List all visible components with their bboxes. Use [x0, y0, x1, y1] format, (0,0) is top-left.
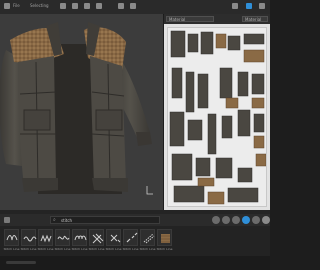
stitch-dash-icon[interactable] [123, 229, 138, 246]
stitch-wave-icon[interactable] [21, 229, 37, 246]
uv-canvas[interactable] [167, 27, 267, 207]
stitch-double-icon[interactable] [140, 229, 155, 246]
stitch-zipper-icon[interactable] [157, 229, 172, 246]
brush-label: Stitch Line [54, 247, 71, 251]
brush-label: Stitch Line [139, 247, 156, 251]
library-icon[interactable] [4, 217, 10, 223]
camera-icon[interactable] [130, 3, 136, 9]
view-icon[interactable] [232, 216, 240, 224]
brush-label: Stitch Line [3, 247, 20, 251]
status-bar [0, 256, 270, 270]
scale-icon[interactable] [96, 3, 102, 9]
brush-label: Stitch Line [105, 247, 122, 251]
brush-label: Stitch Line [71, 247, 88, 251]
brush-label: Stitch Line [37, 247, 54, 251]
brush-label: Stitch Line [122, 247, 139, 251]
options-icon[interactable] [252, 216, 260, 224]
library-toolbar: ⌕ stitch [0, 214, 270, 226]
status-track [6, 261, 36, 264]
stitch-cross-icon[interactable] [106, 229, 121, 246]
stitch-loop-icon[interactable] [4, 229, 19, 246]
brush-label: Stitch Line [156, 247, 173, 251]
uv-patterns [169, 30, 266, 205]
search-field[interactable]: ⌕ stitch [50, 216, 160, 224]
settings-icon[interactable] [246, 3, 252, 9]
menu-file[interactable]: File [13, 3, 20, 9]
stitch-zigzag-icon[interactable] [38, 229, 53, 246]
favorite-icon[interactable] [242, 216, 250, 224]
transform-icon[interactable] [60, 3, 66, 9]
stitch-wave-icon[interactable] [55, 229, 70, 246]
brush-label: Stitch Line [20, 247, 37, 251]
sort-icon[interactable] [222, 216, 230, 224]
search-value: stitch [61, 218, 73, 223]
uv-editor-panel: Material Material [164, 14, 270, 210]
3d-viewport[interactable] [0, 14, 163, 210]
stitch-shelf: Stitch Line Stitch Line Stitch Line Stit… [0, 226, 270, 256]
stitch-loop-icon[interactable] [72, 229, 87, 246]
brush-label: Stitch Line [88, 247, 105, 251]
share-icon[interactable] [232, 3, 238, 9]
uv-material-dropdown[interactable]: Material [166, 16, 214, 22]
top-toolbar: File Selecting [0, 0, 270, 15]
uv-panel-header: Material Material [164, 14, 270, 24]
more-icon[interactable] [259, 3, 265, 9]
jacket-render [0, 22, 153, 195]
close-icon[interactable] [262, 216, 270, 224]
uv-view-dropdown[interactable]: Material [242, 16, 268, 22]
search-icon: ⌕ [53, 217, 56, 223]
stitch-cross-icon[interactable] [89, 229, 104, 246]
move-icon[interactable] [72, 3, 78, 9]
rotate-icon[interactable] [84, 3, 90, 9]
snap-icon[interactable] [118, 3, 124, 9]
app-menu-icon[interactable] [4, 3, 10, 9]
filter-icon[interactable] [212, 216, 220, 224]
menu-selecting[interactable]: Selecting [30, 3, 49, 9]
